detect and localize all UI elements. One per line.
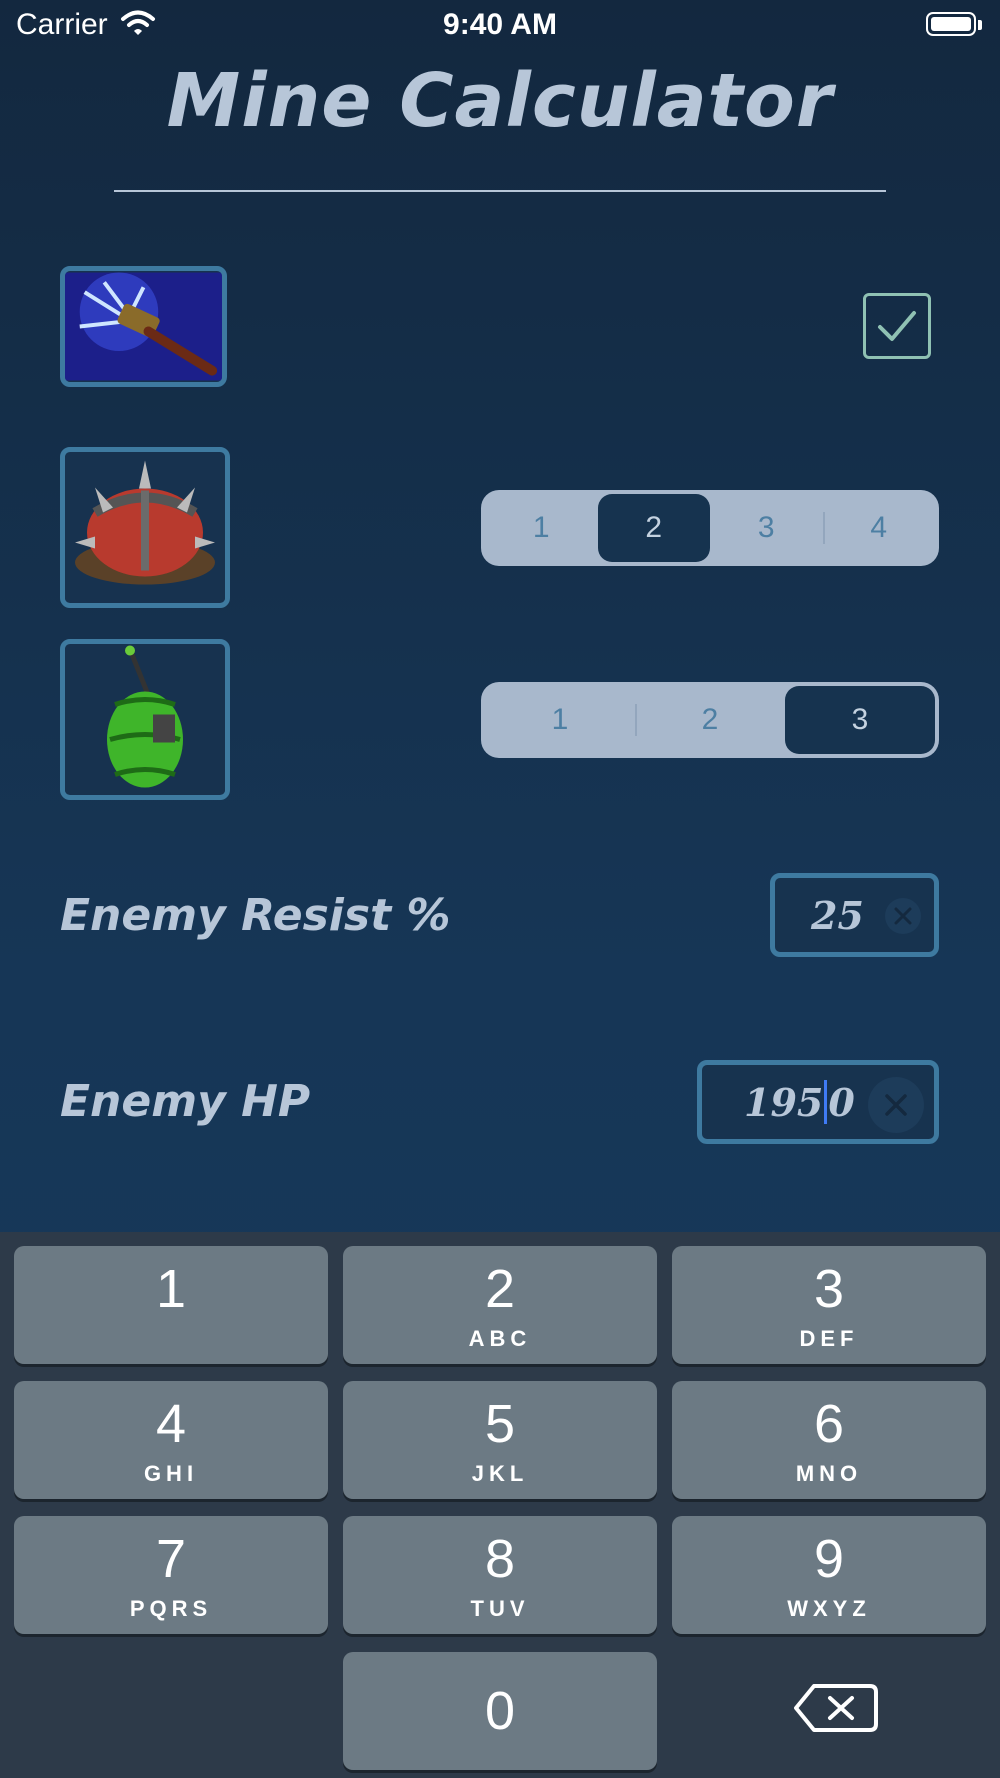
segment-a-option-4[interactable]: 4 <box>822 494 936 562</box>
segment-control-b[interactable]: 1 2 3 <box>481 682 939 758</box>
hp-value-tail: 0 <box>828 1079 855 1125</box>
clear-resist-button[interactable] <box>885 898 921 934</box>
hp-value-text: 195 <box>744 1079 824 1125</box>
key-1-number: 1 <box>155 1259 187 1319</box>
key-3-letters: DEF <box>799 1326 859 1351</box>
page-title: Mine Calculator <box>166 58 834 144</box>
key-7-letters: PQRS <box>129 1596 213 1621</box>
key-4-letters: GHI <box>143 1461 199 1486</box>
key-6[interactable]: 6 MNO <box>672 1381 986 1499</box>
clear-hp-button[interactable] <box>868 1077 924 1133</box>
segment-a-option-1[interactable]: 1 <box>485 494 598 562</box>
close-icon <box>894 907 912 925</box>
title-divider <box>114 190 886 192</box>
key-5-letters: JKL <box>471 1461 529 1486</box>
key-4[interactable]: 4 GHI <box>14 1381 328 1499</box>
key-6-letters: MNO <box>795 1461 863 1486</box>
delete-key[interactable] <box>792 1678 880 1738</box>
key-3-number: 3 <box>813 1259 845 1319</box>
spiked-mine-image <box>60 447 230 608</box>
enemy-hp-field[interactable]: 195 0 <box>697 1060 939 1144</box>
enemy-resist-label: Enemy Resist % <box>60 890 451 941</box>
enemy-resist-value: 25 <box>811 892 864 938</box>
key-0-number: 0 <box>484 1681 516 1741</box>
key-6-number: 6 <box>813 1394 845 1454</box>
segment-control-a[interactable]: 1 2 3 4 <box>481 490 939 566</box>
segment-b-option-2[interactable]: 2 <box>635 686 785 754</box>
key-8-number: 8 <box>484 1529 516 1589</box>
key-9[interactable]: 9 WXYZ <box>672 1516 986 1634</box>
segment-a-option-3[interactable]: 3 <box>710 494 823 562</box>
key-0[interactable]: 0 <box>343 1652 657 1770</box>
enemy-hp-value: 195 0 <box>744 1065 855 1139</box>
battery-tip <box>978 20 982 30</box>
close-icon <box>885 1094 907 1116</box>
key-2-letters: ABC <box>468 1326 532 1351</box>
enemy-resist-field[interactable]: 25 <box>770 873 939 957</box>
key-5[interactable]: 5 JKL <box>343 1381 657 1499</box>
key-3[interactable]: 3 DEF <box>672 1246 986 1364</box>
key-8-letters: TUV <box>470 1596 530 1621</box>
hammer-icon <box>65 272 222 381</box>
key-8[interactable]: 8 TUV <box>343 1516 657 1634</box>
key-9-letters: WXYZ <box>787 1596 871 1621</box>
status-bar: Carrier 9:40 AM <box>0 0 1000 50</box>
key-2[interactable]: 2 ABC <box>343 1246 657 1364</box>
key-4-number: 4 <box>155 1394 187 1454</box>
key-7[interactable]: 7 PQRS <box>14 1516 328 1634</box>
enemy-hp-label: Enemy HP <box>60 1076 311 1127</box>
hammer-item-image <box>60 266 227 387</box>
text-cursor <box>824 1080 828 1124</box>
key-7-number: 7 <box>155 1529 187 1589</box>
checkmark-icon <box>878 311 916 341</box>
key-9-number: 9 <box>813 1529 845 1589</box>
backspace-icon <box>794 1684 878 1732</box>
key-1[interactable]: 1 <box>14 1246 328 1364</box>
item-checkbox[interactable] <box>863 293 931 359</box>
segment-b-option-1[interactable]: 1 <box>485 686 635 754</box>
battery-icon <box>926 12 976 36</box>
key-5-number: 5 <box>484 1394 516 1454</box>
segment-b-option-3[interactable]: 3 <box>785 686 935 754</box>
barrel-icon <box>65 644 225 795</box>
mine-icon <box>65 452 225 603</box>
barrel-item-image <box>60 639 230 800</box>
status-time: 9:40 AM <box>443 8 557 41</box>
key-2-number: 2 <box>484 1259 516 1319</box>
segment-a-option-2[interactable]: 2 <box>597 494 710 562</box>
